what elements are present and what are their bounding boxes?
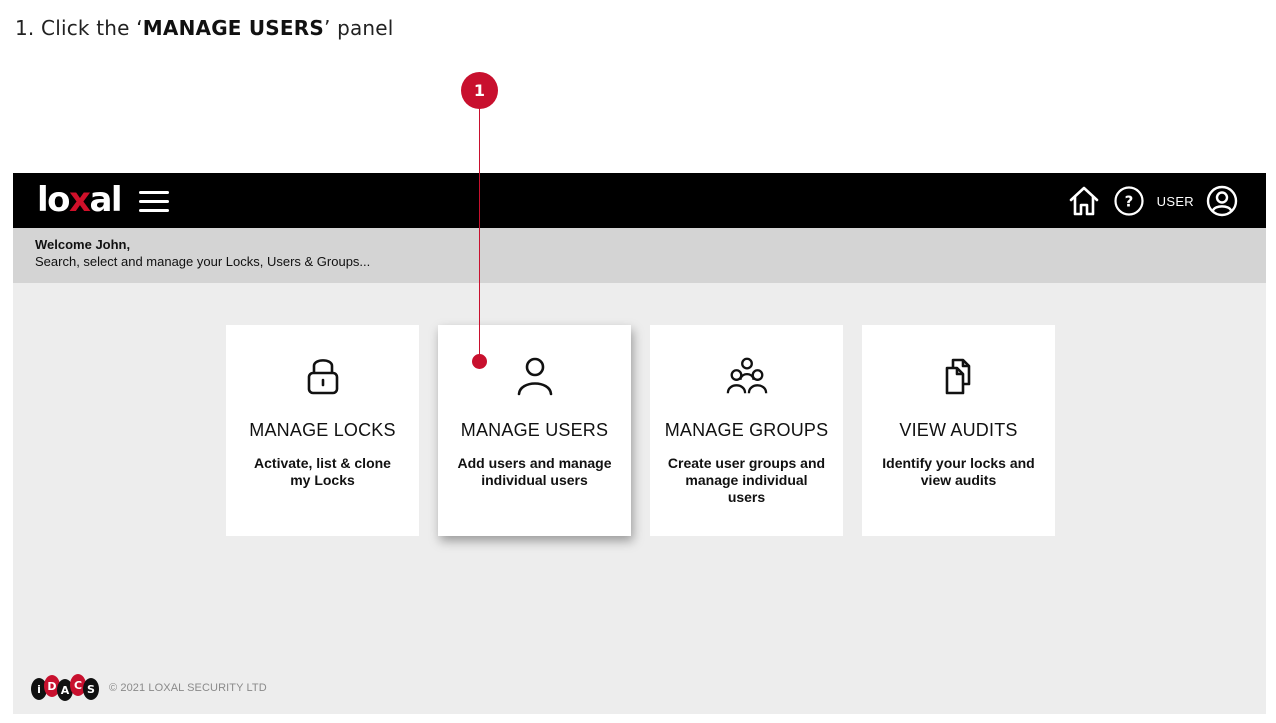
logo-x: x [69, 180, 91, 220]
card-description: Add users and manage individual users [457, 455, 612, 488]
app-window: lo x al ? USER Welcome John, Search, selec… [13, 173, 1266, 714]
top-navbar: lo x al ? USER [13, 173, 1266, 228]
card-title: MANAGE GROUPS [664, 420, 829, 440]
idacs-letter: C [74, 679, 82, 692]
card-title: MANAGE USERS [460, 420, 609, 440]
view-audits-card[interactable]: VIEW AUDITS Identify your locks and view… [862, 325, 1055, 536]
group-icon [725, 353, 769, 399]
idacs-letter: A [61, 684, 70, 697]
callout-dot [472, 354, 487, 369]
home-icon[interactable] [1067, 184, 1101, 218]
manage-locks-card[interactable]: MANAGE LOCKS Activate, list & clone my L… [226, 325, 419, 536]
footer: i D A C S © 2021 LOXAL SECURITY LTD [30, 673, 267, 703]
idacs-letter: D [47, 680, 56, 693]
welcome-greeting: Welcome John, [35, 237, 131, 252]
callout-badge: 1 [461, 72, 498, 109]
copyright-text: © 2021 LOXAL SECURITY LTD [109, 682, 267, 694]
user-label[interactable]: USER [1157, 194, 1194, 209]
instruction-target: MANAGE USERS [142, 16, 324, 40]
documents-icon [937, 353, 981, 399]
manage-groups-card[interactable]: MANAGE GROUPS Create user groups and man… [650, 325, 843, 536]
idacs-logo: i D A C S [31, 674, 99, 701]
dashboard-cards: MANAGE LOCKS Activate, list & clone my L… [226, 325, 1055, 536]
svg-text:?: ? [1124, 193, 1133, 211]
account-icon[interactable] [1206, 185, 1238, 217]
instruction-suffix: ’ panel [323, 16, 394, 40]
instruction-text: 1. Click the ‘MANAGE USERS’ panel [15, 16, 394, 40]
card-description: Activate, list & clone my Locks [254, 455, 391, 488]
logo-part: al [89, 180, 122, 220]
help-icon[interactable]: ? [1113, 185, 1145, 217]
idacs-letter: S [87, 683, 95, 696]
welcome-banner: Welcome John, Search, select and manage … [13, 228, 1266, 283]
hamburger-menu-icon[interactable] [139, 191, 169, 213]
header-actions: ? USER [1067, 184, 1238, 218]
idacs-letter: i [37, 683, 41, 696]
card-description: Identify your locks and view audits [882, 455, 1035, 488]
manage-users-card[interactable]: MANAGE USERS Add users and manage indivi… [438, 325, 631, 536]
loxal-logo[interactable]: lo x al [37, 180, 123, 220]
instruction-prefix: 1. Click the ‘ [15, 16, 143, 40]
logo-part: lo [37, 180, 71, 220]
card-title: VIEW AUDITS [899, 420, 1018, 440]
callout-line [479, 107, 480, 361]
card-description: Create user groups and manage individual… [667, 455, 826, 505]
welcome-subtitle: Search, select and manage your Locks, Us… [35, 254, 371, 269]
card-title: MANAGE LOCKS [249, 420, 396, 440]
user-icon [513, 353, 557, 399]
padlock-icon [301, 353, 345, 399]
